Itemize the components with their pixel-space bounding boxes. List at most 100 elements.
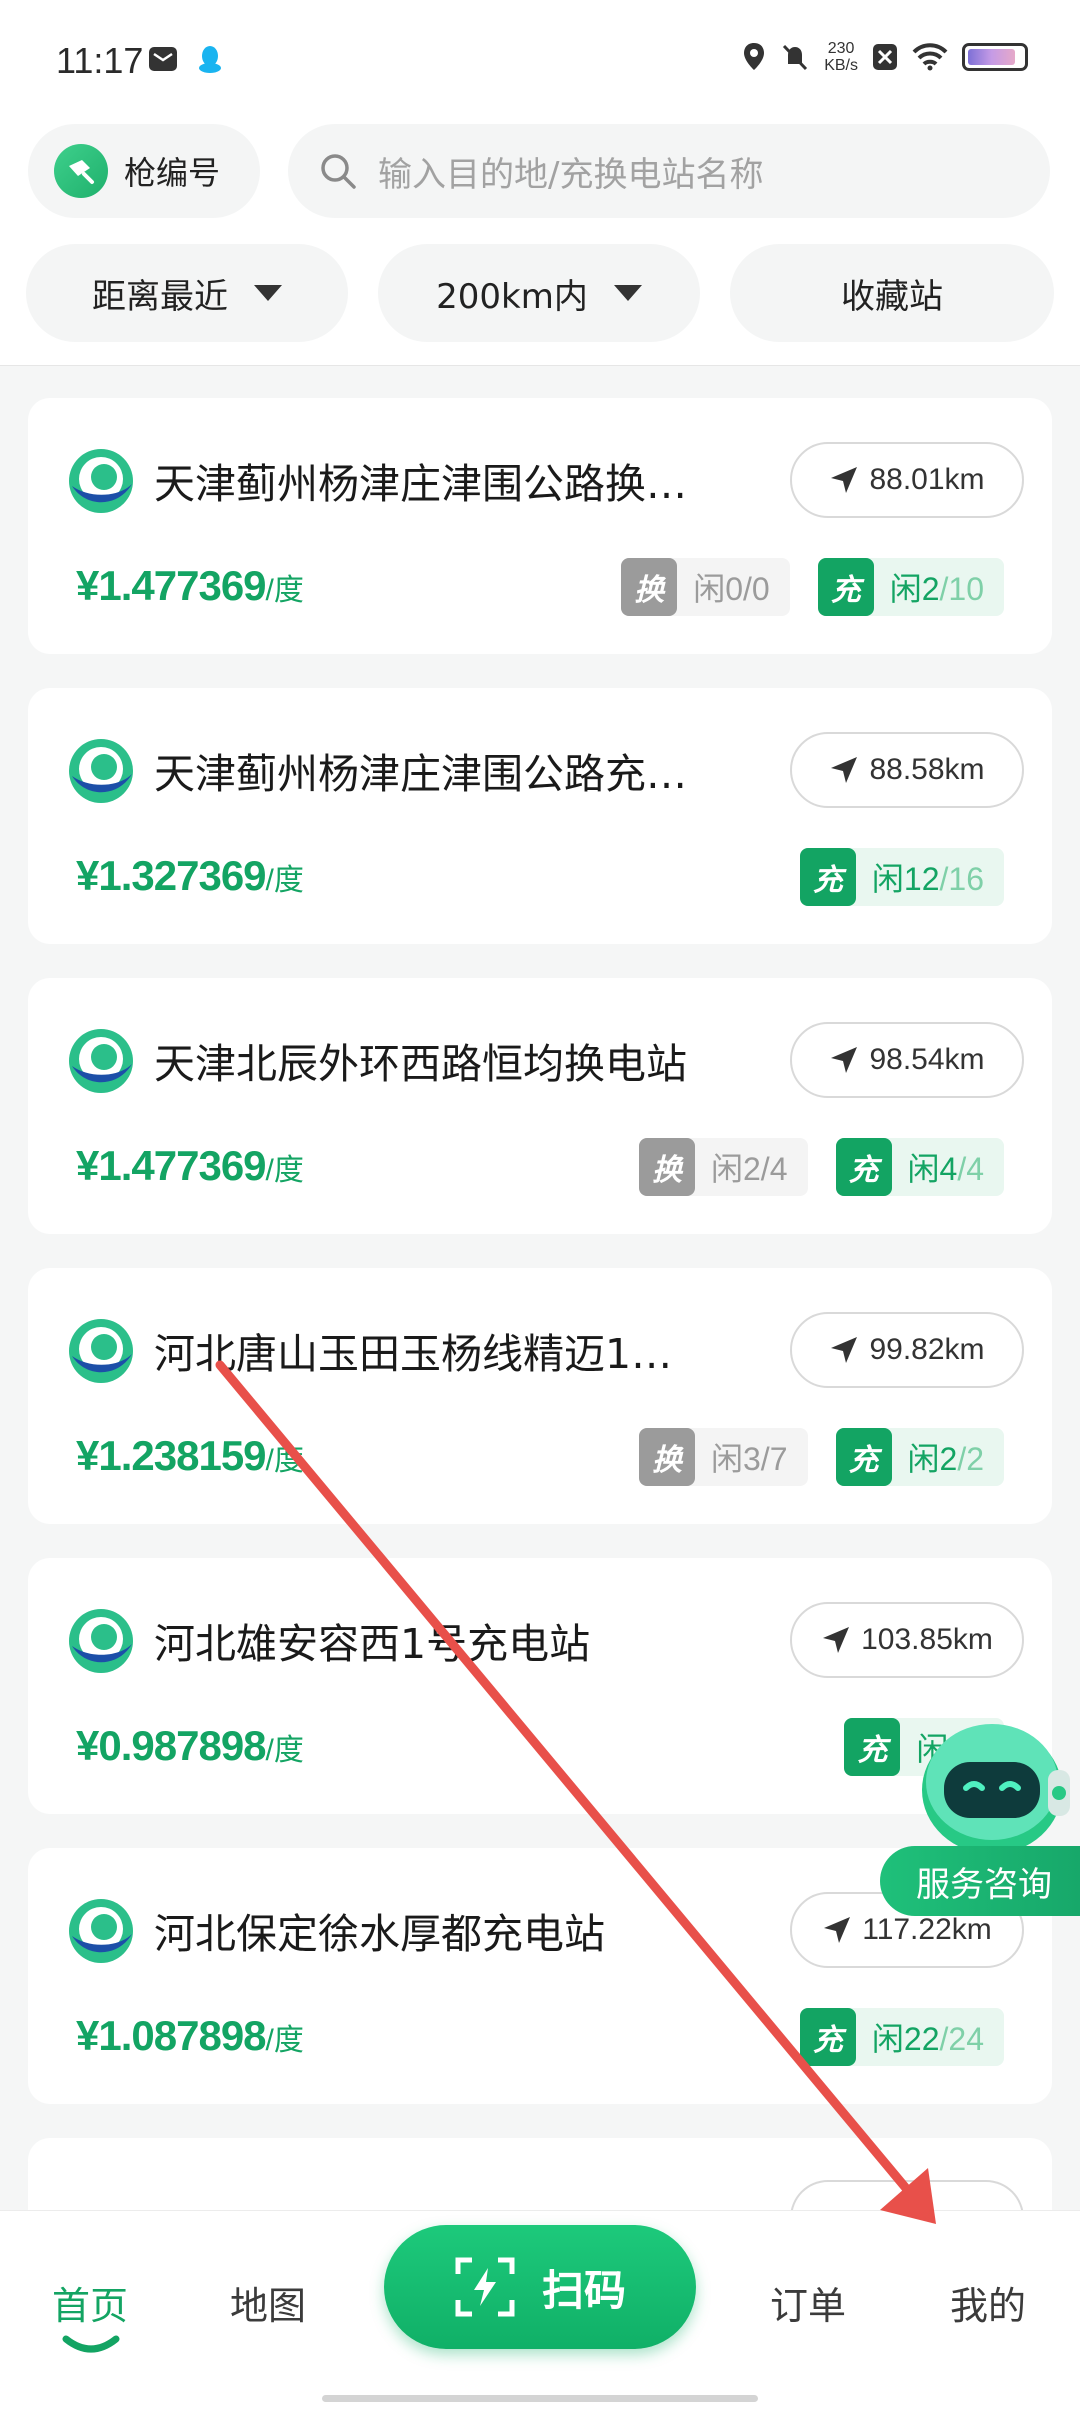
header: 枪编号 输入目的地/充换电站名称 距离最近 200km内 收藏站 bbox=[0, 120, 1080, 366]
swap-free-text: 闲3/7 bbox=[711, 1441, 788, 1477]
station-name: 河北唐山玉田玉杨线精迈1… bbox=[154, 1330, 673, 1378]
nav-map[interactable]: 地图 bbox=[230, 2275, 306, 2330]
availability-badges: 充 闲22/24 bbox=[799, 2008, 1004, 2066]
price-unit: /度 bbox=[265, 864, 304, 897]
availability-badges: 换 闲0/0 充 闲2/10 bbox=[621, 558, 1004, 616]
charge-availability-badge: 充 闲12/16 bbox=[799, 848, 1004, 906]
station-logo-icon bbox=[69, 1609, 133, 1673]
availability-badges: 充 闲12/16 bbox=[799, 848, 1004, 906]
charge-info: 闲12/16 bbox=[856, 854, 1004, 900]
gun-number-button[interactable]: 枪编号 bbox=[28, 124, 260, 218]
charge-total: /10 bbox=[939, 571, 984, 607]
station-card[interactable]: 天津蓟州杨津庄津围公路充… 88.58km ¥1.327369/度 充 闲12/… bbox=[28, 688, 1052, 944]
swap-tag: 换 bbox=[639, 1138, 695, 1196]
swap-tag: 换 bbox=[639, 1428, 695, 1486]
navigate-distance-button[interactable]: 88.01km bbox=[790, 442, 1024, 518]
service-consult-label: 服务咨询 bbox=[880, 1846, 1080, 1916]
swap-availability-badge: 换 闲3/7 bbox=[639, 1428, 808, 1486]
charge-tag: 充 bbox=[799, 848, 856, 906]
swap-availability-badge: 换 闲2/4 bbox=[639, 1138, 808, 1196]
navigation-arrow-icon bbox=[824, 1917, 851, 1943]
price: ¥1.327369/度 bbox=[76, 852, 304, 900]
station-card[interactable]: 河北唐山玉田玉杨线精迈1… 99.82km ¥1.238159/度 换 闲3/7… bbox=[28, 1268, 1052, 1524]
swap-free-text: 闲2/4 bbox=[711, 1151, 788, 1187]
navigate-distance-button[interactable]: 98.54km bbox=[790, 1022, 1024, 1098]
filter-sort-distance[interactable]: 距离最近 bbox=[26, 244, 348, 342]
price-unit: /度 bbox=[265, 574, 304, 607]
charge-info: 闲4/4 bbox=[892, 1144, 1005, 1190]
price-unit: /度 bbox=[265, 1734, 304, 1767]
distance-text: 88.01km bbox=[869, 463, 985, 496]
distance-text: 103.85km bbox=[861, 1623, 993, 1656]
filter-favorites-label: 收藏站 bbox=[841, 276, 943, 317]
charge-tag: 充 bbox=[817, 558, 874, 616]
qq-icon bbox=[199, 46, 221, 73]
availability-badges: 换 闲3/7 充 闲2/2 bbox=[639, 1428, 1004, 1486]
navigate-distance-button[interactable]: 103.85km bbox=[790, 1602, 1024, 1678]
scan-label: 扫码 bbox=[541, 2265, 626, 2315]
filter-favorites[interactable]: 收藏站 bbox=[730, 244, 1054, 342]
filter-range[interactable]: 200km内 bbox=[378, 244, 700, 342]
station-name: 河北雄安容西1号充电站 bbox=[154, 1620, 591, 1668]
navigate-distance-button[interactable]: 88.58km bbox=[790, 732, 1024, 808]
price-amount: ¥0.987898 bbox=[76, 1722, 267, 1769]
service-consult-float[interactable]: 服务咨询 bbox=[880, 1710, 1080, 1920]
scan-bolt-icon bbox=[455, 2257, 515, 2317]
navigation-arrow-icon bbox=[823, 1627, 850, 1653]
price: ¥1.238159/度 bbox=[76, 1432, 304, 1480]
net-speed: 230 KB/s bbox=[824, 40, 858, 74]
search-placeholder: 输入目的地/充换电站名称 bbox=[378, 154, 764, 195]
price: ¥1.087898/度 bbox=[76, 2012, 304, 2060]
charge-total: /24 bbox=[939, 2021, 984, 2057]
station-name: 天津蓟州杨津庄津围公路换… bbox=[154, 460, 687, 508]
price: ¥0.987898/度 bbox=[76, 1722, 304, 1770]
station-card-partial[interactable] bbox=[28, 2138, 1052, 2220]
filter-sort-label: 距离最近 bbox=[92, 276, 228, 317]
station-card[interactable]: 天津北辰外环西路恒均换电站 98.54km ¥1.477369/度 换 闲2/4… bbox=[28, 978, 1052, 1234]
station-card[interactable]: 天津蓟州杨津庄津围公路换… 88.01km ¥1.477369/度 换 闲0/0… bbox=[28, 398, 1052, 654]
availability-badges: 换 闲2/4 充 闲4/4 bbox=[639, 1138, 1004, 1196]
charge-availability-badge: 充 闲2/2 bbox=[835, 1428, 1004, 1486]
price-unit: /度 bbox=[265, 1444, 304, 1477]
nav-mine[interactable]: 我的 bbox=[950, 2275, 1026, 2330]
nav-orders[interactable]: 订单 bbox=[770, 2275, 846, 2330]
net-speed-value: 230 bbox=[827, 40, 855, 57]
charge-tag: 充 bbox=[799, 2008, 856, 2066]
distance-text: 98.54km bbox=[869, 1043, 985, 1076]
station-logo-icon bbox=[69, 739, 133, 803]
charge-free: 闲2 bbox=[889, 571, 940, 607]
station-name: 河北保定徐水厚都充电站 bbox=[154, 1910, 605, 1958]
scan-button[interactable]: 扫码 bbox=[384, 2225, 696, 2349]
sim-x-icon bbox=[873, 44, 897, 70]
navigation-arrow-icon bbox=[831, 757, 858, 783]
distance-text: 88.58km bbox=[869, 753, 985, 786]
navigation-arrow-icon bbox=[831, 467, 858, 493]
charge-total: /16 bbox=[939, 861, 984, 897]
home-active-smile-icon bbox=[62, 2335, 120, 2353]
station-logo-icon bbox=[69, 1899, 133, 1963]
distance-text: 99.82km bbox=[869, 1333, 985, 1366]
status-time: 11:17 bbox=[56, 40, 144, 81]
station-logo-icon bbox=[69, 1319, 133, 1383]
price: ¥1.477369/度 bbox=[76, 1142, 304, 1190]
station-logo-icon bbox=[69, 449, 133, 513]
net-speed-unit: KB/s bbox=[824, 57, 858, 74]
robot-assistant-icon bbox=[922, 1724, 1070, 1854]
navigate-distance-button[interactable]: 99.82km bbox=[790, 1312, 1024, 1388]
gun-number-label: 枪编号 bbox=[124, 154, 221, 192]
charge-info: 闲2/10 bbox=[874, 564, 1004, 610]
nav-home[interactable]: 首页 bbox=[52, 2275, 128, 2330]
charge-free: 闲2 bbox=[907, 1441, 958, 1477]
charge-availability-badge: 充 闲2/10 bbox=[817, 558, 1004, 616]
search-input[interactable]: 输入目的地/充换电站名称 bbox=[288, 124, 1050, 218]
price: ¥1.477369/度 bbox=[76, 562, 304, 610]
charge-availability-badge: 充 闲22/24 bbox=[799, 2008, 1004, 2066]
dropdown-triangle-icon bbox=[254, 285, 282, 301]
swap-tag: 换 bbox=[621, 558, 678, 616]
charge-total: /2 bbox=[957, 1441, 984, 1477]
dropdown-triangle-icon bbox=[613, 285, 642, 301]
charge-tag: 充 bbox=[835, 1138, 892, 1196]
wifi-icon bbox=[912, 43, 948, 71]
navigation-arrow-icon bbox=[831, 1337, 858, 1363]
charge-total: /4 bbox=[957, 1151, 984, 1187]
